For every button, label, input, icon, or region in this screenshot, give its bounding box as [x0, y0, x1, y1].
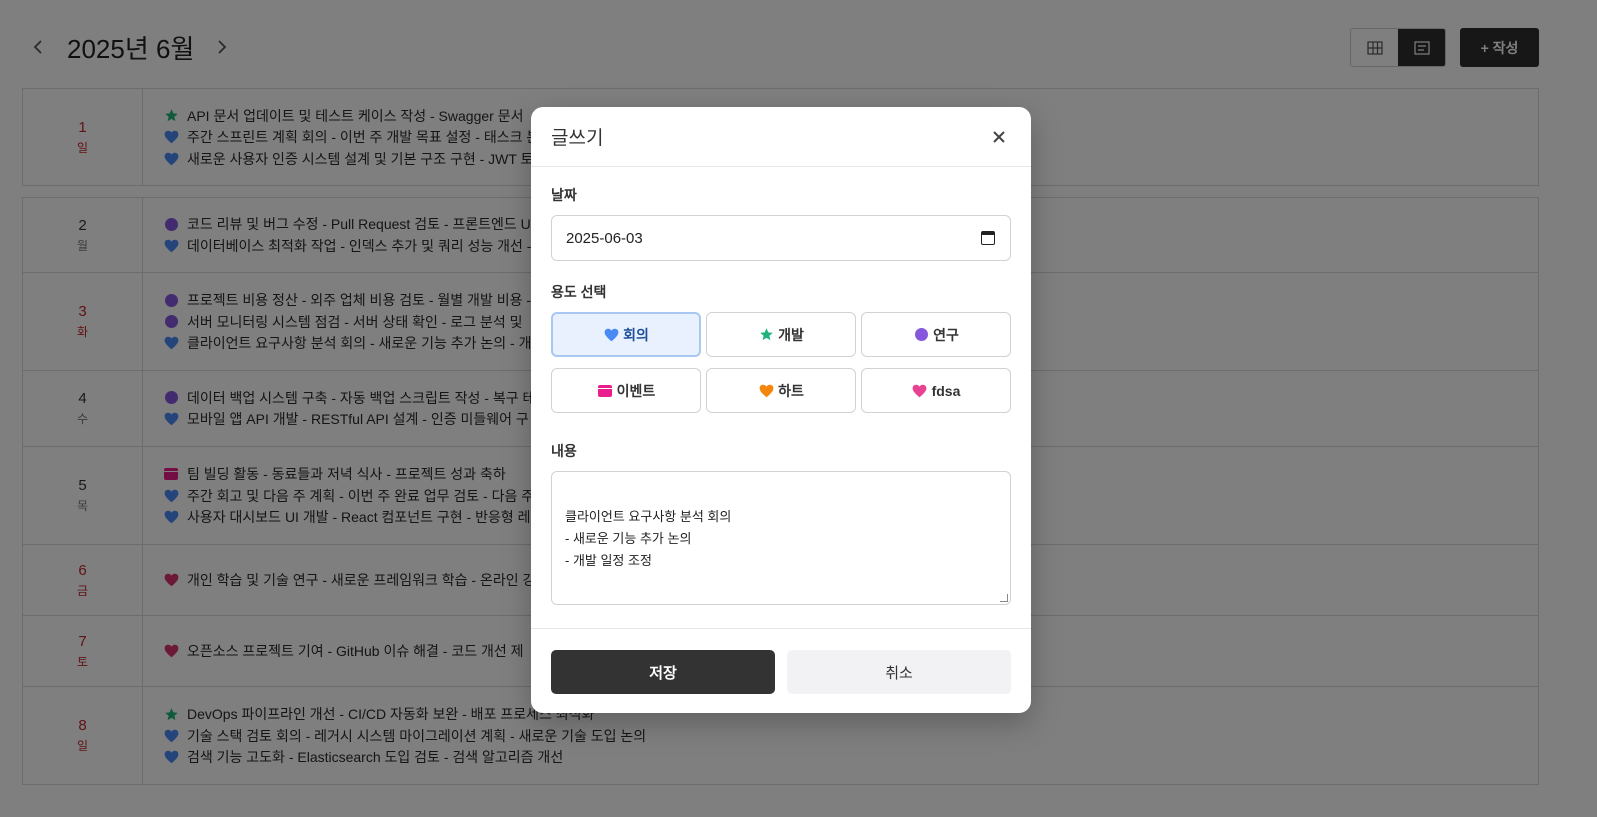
- purpose-label: 용도 선택: [551, 284, 607, 300]
- pink-heart-icon: [912, 383, 928, 399]
- purpose-label: fdsa: [931, 382, 961, 399]
- date-value: 2025-06-03: [566, 229, 643, 247]
- purpose-option-0[interactable]: 회의: [551, 312, 701, 357]
- purpose-option-3[interactable]: 이벤트: [551, 368, 701, 413]
- content-text: 클라이언트 요구사항 분석 회의 - 새로운 기능 추가 논의 - 개발 일정 …: [565, 509, 732, 568]
- calendar-icon: [597, 383, 613, 399]
- purpose-label: 개발: [778, 326, 804, 343]
- purpose-option-4[interactable]: 하트: [706, 368, 856, 413]
- green-star-icon: [758, 327, 774, 343]
- purpose-option-5[interactable]: fdsa: [861, 368, 1011, 413]
- write-modal: 글쓰기 날짜 2025-06-03 용도 선택 회의 개발 연구이벤트 하트 fdsa …: [531, 107, 1031, 713]
- modal-body: 날짜 2025-06-03 용도 선택 회의 개발 연구이벤트 하트 fdsa 내용 클…: [531, 167, 1031, 605]
- date-field[interactable]: 2025-06-03: [551, 215, 1011, 261]
- content-textarea[interactable]: 클라이언트 요구사항 분석 회의 - 새로운 기능 추가 논의 - 개발 일정 …: [551, 471, 1011, 605]
- modal-title: 글쓰기: [551, 128, 604, 149]
- purpose-option-1[interactable]: 개발: [706, 312, 856, 357]
- purpose-label: 이벤트: [616, 382, 656, 399]
- purpose-label: 연구: [933, 326, 959, 343]
- close-icon[interactable]: [987, 125, 1011, 149]
- blue-heart-icon: [603, 327, 619, 343]
- modal-footer: 저장 취소: [531, 628, 1031, 713]
- modal-header: 글쓰기: [531, 107, 1031, 167]
- orange-heart-icon: [758, 383, 774, 399]
- resize-handle[interactable]: [1000, 594, 1008, 602]
- save-button[interactable]: 저장: [551, 650, 775, 694]
- cancel-button[interactable]: 취소: [787, 650, 1011, 694]
- calendar-picker-icon[interactable]: [981, 231, 995, 245]
- purple-circle-icon: [913, 327, 929, 343]
- purpose-label: 하트: [778, 382, 804, 399]
- purpose-options: 회의 개발 연구이벤트 하트 fdsa: [551, 312, 1011, 413]
- purpose-label: 회의: [623, 326, 649, 343]
- content-label: 내용: [551, 443, 577, 459]
- purpose-option-2[interactable]: 연구: [861, 312, 1011, 357]
- date-label: 날짜: [551, 187, 577, 203]
